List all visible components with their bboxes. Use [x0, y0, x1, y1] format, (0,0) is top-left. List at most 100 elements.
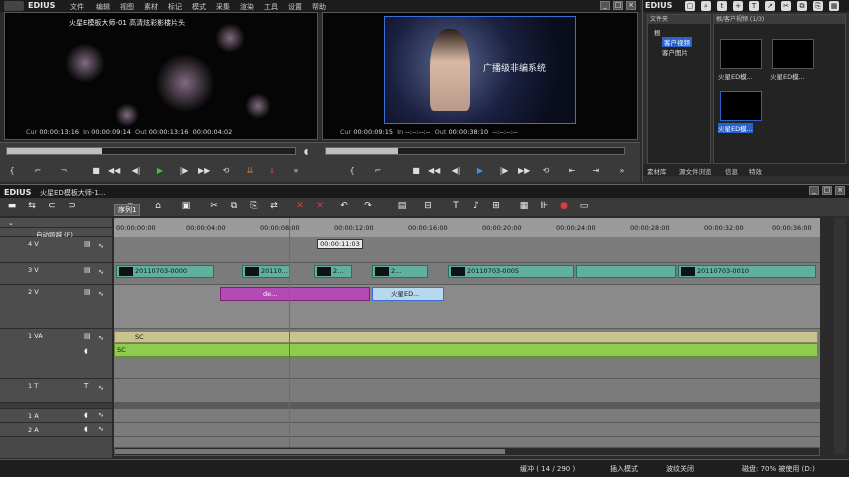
open-icon[interactable]: ↗	[765, 1, 775, 11]
audio-icon[interactable]: ◖	[300, 146, 312, 157]
filter-icon[interactable]: ⊞	[490, 201, 502, 212]
track-link-icon[interactable]: ∿	[98, 425, 104, 433]
menu-tools[interactable]: 工具	[264, 2, 278, 12]
audio-waveform[interactable]: SC	[114, 343, 818, 357]
copy-icon[interactable]: ⧉	[228, 201, 240, 212]
track-settings-icon[interactable]: ▤	[84, 266, 91, 274]
menu-help[interactable]: 帮助	[312, 2, 326, 12]
close-button[interactable]: ×	[835, 186, 845, 195]
timeline-clip[interactable]: de...	[220, 287, 370, 301]
record-scrub-bar[interactable]	[325, 147, 625, 155]
close-button[interactable]: ×	[626, 1, 636, 10]
menu-file[interactable]: 文件	[70, 2, 84, 12]
clip-thumbnail[interactable]	[720, 39, 762, 69]
rewind-icon[interactable]: ◀◀	[108, 165, 120, 176]
track-header-1va[interactable]: 1 VA ▤ ◖ ∿	[0, 329, 112, 379]
track-header-3v[interactable]: 3 V ▤ ∿	[0, 263, 112, 285]
tab-source-browser[interactable]: 源文件浏览	[679, 166, 712, 176]
set-in-icon[interactable]: {	[346, 165, 358, 176]
track-link-icon[interactable]: ∿	[98, 411, 104, 419]
mark-in-icon[interactable]: ⌐	[32, 165, 44, 176]
track-header-1t[interactable]: 1 T T ∿	[0, 379, 112, 403]
insert-to-timeline-icon[interactable]: ⇊	[244, 165, 256, 176]
copy-icon[interactable]: ⧉	[797, 1, 807, 11]
scroll-thumb[interactable]	[115, 449, 505, 454]
tree-client-video[interactable]: 客户视频	[662, 37, 692, 47]
open-icon[interactable]: ⌂	[152, 201, 164, 212]
speaker-icon[interactable]: ◖	[84, 425, 88, 433]
clip-thumbnail[interactable]	[772, 39, 814, 69]
search-icon[interactable]: ⌕	[701, 1, 711, 11]
loop-icon[interactable]: ⟲	[540, 165, 552, 176]
grid-icon[interactable]: ▦	[829, 1, 839, 11]
mark-out-icon[interactable]: ⌐	[372, 165, 384, 176]
timeline-clip[interactable]: 20110...	[242, 265, 290, 278]
play-icon[interactable]: ▶	[474, 165, 486, 176]
prev-frame-icon[interactable]: ◀|	[130, 165, 142, 176]
playhead[interactable]	[289, 218, 290, 454]
source-scrub-bar[interactable]	[6, 147, 296, 155]
overwrite-to-timeline-icon[interactable]: ⇓	[266, 165, 278, 176]
maximize-button[interactable]: □	[822, 186, 832, 195]
track-link-icon[interactable]: ∿	[98, 384, 104, 392]
layout-icon[interactable]: ▭	[578, 201, 590, 212]
prev-frame-icon[interactable]: ◀|	[450, 165, 462, 176]
title-icon[interactable]: t	[717, 1, 727, 11]
menu-edit[interactable]: 编辑	[96, 2, 110, 12]
cut-icon[interactable]: ✂	[208, 201, 220, 212]
mixer-icon[interactable]: ⊪	[538, 201, 550, 212]
track-2a[interactable]	[114, 423, 820, 437]
microphone-icon[interactable]: ♪	[470, 201, 482, 212]
source-player[interactable]: 火星E模板大师-01 高清炫彩影楼片头	[4, 12, 318, 140]
redo-icon[interactable]: ↷	[362, 201, 374, 212]
link-icon[interactable]: ⊃	[66, 201, 78, 212]
track-1a[interactable]	[114, 409, 820, 423]
track-settings-icon[interactable]: ▤	[84, 288, 91, 296]
text-icon[interactable]: T	[749, 1, 759, 11]
track-header-2v[interactable]: 2 V ▤ ∿	[0, 285, 112, 329]
ripple-delete-icon[interactable]: ✕	[314, 201, 326, 212]
folder-icon[interactable]: ▢	[685, 1, 695, 11]
group-icon[interactable]: ⊂	[46, 201, 58, 212]
menu-arrow-icon[interactable]: »	[616, 165, 628, 176]
clip-thumbnail[interactable]	[720, 91, 762, 121]
track-header-1a[interactable]: 1 A ◖ ∿	[0, 409, 112, 423]
delete-icon[interactable]: ✕	[294, 201, 306, 212]
timeline-clip-title[interactable]: 火星ED...	[372, 287, 444, 301]
record-icon[interactable]: ●	[558, 201, 570, 212]
ripple-icon[interactable]: ▬	[6, 201, 18, 212]
timeline-clip[interactable]: 20110703-0000	[116, 265, 214, 278]
menu-mode[interactable]: 模式	[192, 2, 206, 12]
timeline-clip[interactable]	[576, 265, 676, 278]
track-settings-icon[interactable]: ▤	[84, 332, 91, 340]
track-2v[interactable]: de... 火星ED...	[114, 285, 820, 329]
menu-clip[interactable]: 素材	[144, 2, 158, 12]
split-icon[interactable]: ⇥	[590, 165, 602, 176]
track-1va[interactable]: SC SC	[114, 329, 820, 379]
play-icon[interactable]: ▶	[154, 165, 166, 176]
add-icon[interactable]: +	[733, 1, 743, 11]
horizontal-scrollbar[interactable]	[114, 447, 820, 456]
tree-root[interactable]: 根	[654, 27, 661, 37]
track-header-4v[interactable]: 4 V ▤ ∿	[0, 237, 112, 263]
collapse-icon[interactable]: ⌄	[8, 219, 14, 227]
next-frame-icon[interactable]: |▶	[178, 165, 190, 176]
tab-info[interactable]: 信息	[725, 166, 738, 176]
mark-out-icon[interactable]: ¬	[58, 165, 70, 176]
menu-capture[interactable]: 采集	[216, 2, 230, 12]
paste-icon[interactable]: ⎘	[813, 1, 823, 11]
cut-icon[interactable]: ✂	[781, 1, 791, 11]
speaker-icon[interactable]: ◖	[84, 411, 88, 419]
menu-view[interactable]: 视图	[120, 2, 134, 12]
timeline-ruler[interactable]: 00:00:00:00 00:00:04:00 00:00:08:00 00:0…	[114, 218, 820, 237]
timeline-clip[interactable]: 20110703-0010	[678, 265, 816, 278]
next-frame-icon[interactable]: |▶	[498, 165, 510, 176]
minimize-button[interactable]: _	[809, 186, 819, 195]
sequence-tab[interactable]: 序列1	[114, 204, 140, 216]
paste-icon[interactable]: ⎘	[248, 201, 260, 212]
menu-arrow-icon[interactable]: »	[290, 165, 302, 176]
title-icon[interactable]: T	[450, 201, 462, 212]
transition-icon[interactable]: ⊟	[422, 201, 434, 212]
sync-icon[interactable]: ⇆	[26, 201, 38, 212]
speaker-icon[interactable]: ◖	[84, 347, 88, 355]
